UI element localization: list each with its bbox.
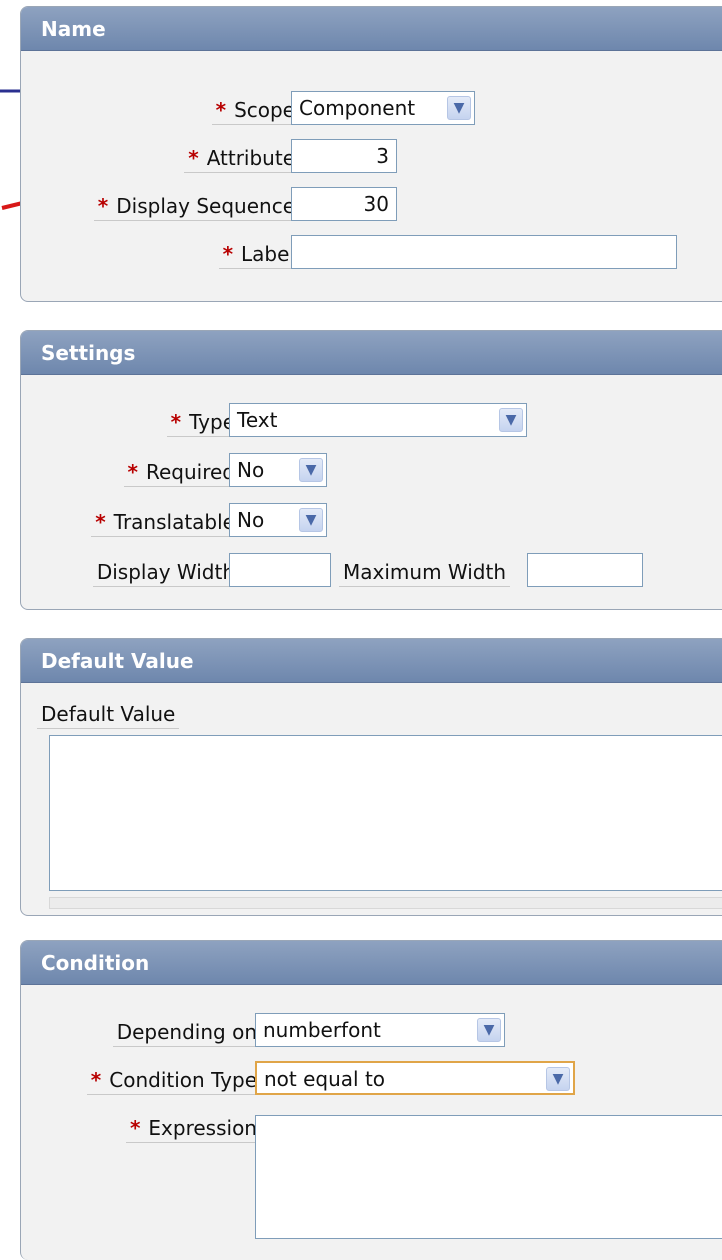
type-select-value: Text	[237, 408, 278, 432]
name-panel-title: Name	[21, 7, 722, 51]
chevron-down-icon[interactable]: ▼	[299, 508, 323, 532]
maximum-width-input[interactable]	[527, 553, 643, 587]
required-select-value: No	[237, 458, 265, 482]
condition-type-select-value: not equal to	[264, 1067, 386, 1091]
depending-on-label: Depending on	[112, 1015, 261, 1049]
attribute-label: * Attribute	[184, 141, 299, 175]
translatable-label: * Translatable	[91, 505, 239, 539]
default-value-panel: Default Value Default Value	[20, 638, 722, 916]
chevron-down-icon[interactable]: ▼	[477, 1018, 501, 1042]
expression-label: * Expression	[125, 1111, 261, 1145]
chevron-down-icon[interactable]: ▼	[299, 458, 323, 482]
condition-panel-title: Condition	[21, 941, 722, 985]
chevron-down-icon[interactable]: ▼	[546, 1067, 570, 1091]
default-value-panel-title: Default Value	[21, 639, 722, 683]
required-mark: *	[127, 460, 138, 484]
display-sequence-label: * Display Sequence	[93, 189, 299, 223]
depending-on-select-value: numberfont	[263, 1018, 381, 1042]
chevron-down-icon[interactable]: ▼	[499, 408, 523, 432]
required-mark: *	[97, 194, 109, 218]
required-mark: *	[215, 98, 227, 122]
condition-type-select[interactable]: not equal to ▼	[255, 1061, 575, 1095]
required-label: * Required	[123, 455, 239, 489]
required-mark: *	[222, 242, 234, 266]
label-input[interactable]	[291, 235, 677, 269]
translatable-select-value: No	[237, 508, 265, 532]
display-sequence-input[interactable]: 30	[291, 187, 397, 221]
depending-on-select[interactable]: numberfont ▼	[255, 1013, 505, 1047]
settings-panel: Settings * Type Text ▼ * Required No ▼ * Tr…	[20, 330, 722, 610]
condition-type-label: * Condition Type	[86, 1063, 261, 1097]
display-width-label: Display Width	[92, 555, 239, 589]
settings-panel-title: Settings	[21, 331, 722, 375]
scope-select-value: Component	[299, 96, 416, 120]
condition-panel: Condition Depending on numberfont ▼ * Con…	[20, 940, 722, 1260]
display-width-input[interactable]	[229, 553, 331, 587]
required-mark: *	[90, 1068, 102, 1092]
name-panel: Name * Scope Component ▼ * Attribute 3 * Di…	[20, 6, 722, 302]
default-value-label: Default Value	[37, 697, 180, 731]
required-mark: *	[188, 146, 199, 170]
required-mark: *	[129, 1116, 141, 1140]
required-mark: *	[170, 410, 182, 434]
resize-bar[interactable]	[49, 897, 722, 909]
translatable-select[interactable]: No ▼	[229, 503, 327, 537]
type-select[interactable]: Text ▼	[229, 403, 527, 437]
maximum-width-label: Maximum Width	[339, 555, 511, 589]
expression-textarea[interactable]	[255, 1115, 722, 1239]
scope-select[interactable]: Component ▼	[291, 91, 475, 125]
label-field-label: * Label	[218, 237, 299, 271]
attribute-input[interactable]: 3	[291, 139, 397, 173]
required-mark: *	[95, 510, 106, 534]
chevron-down-icon[interactable]: ▼	[447, 96, 471, 120]
required-select[interactable]: No ▼	[229, 453, 327, 487]
default-value-textarea[interactable]	[49, 735, 722, 891]
scope-label: * Scope	[211, 93, 299, 127]
